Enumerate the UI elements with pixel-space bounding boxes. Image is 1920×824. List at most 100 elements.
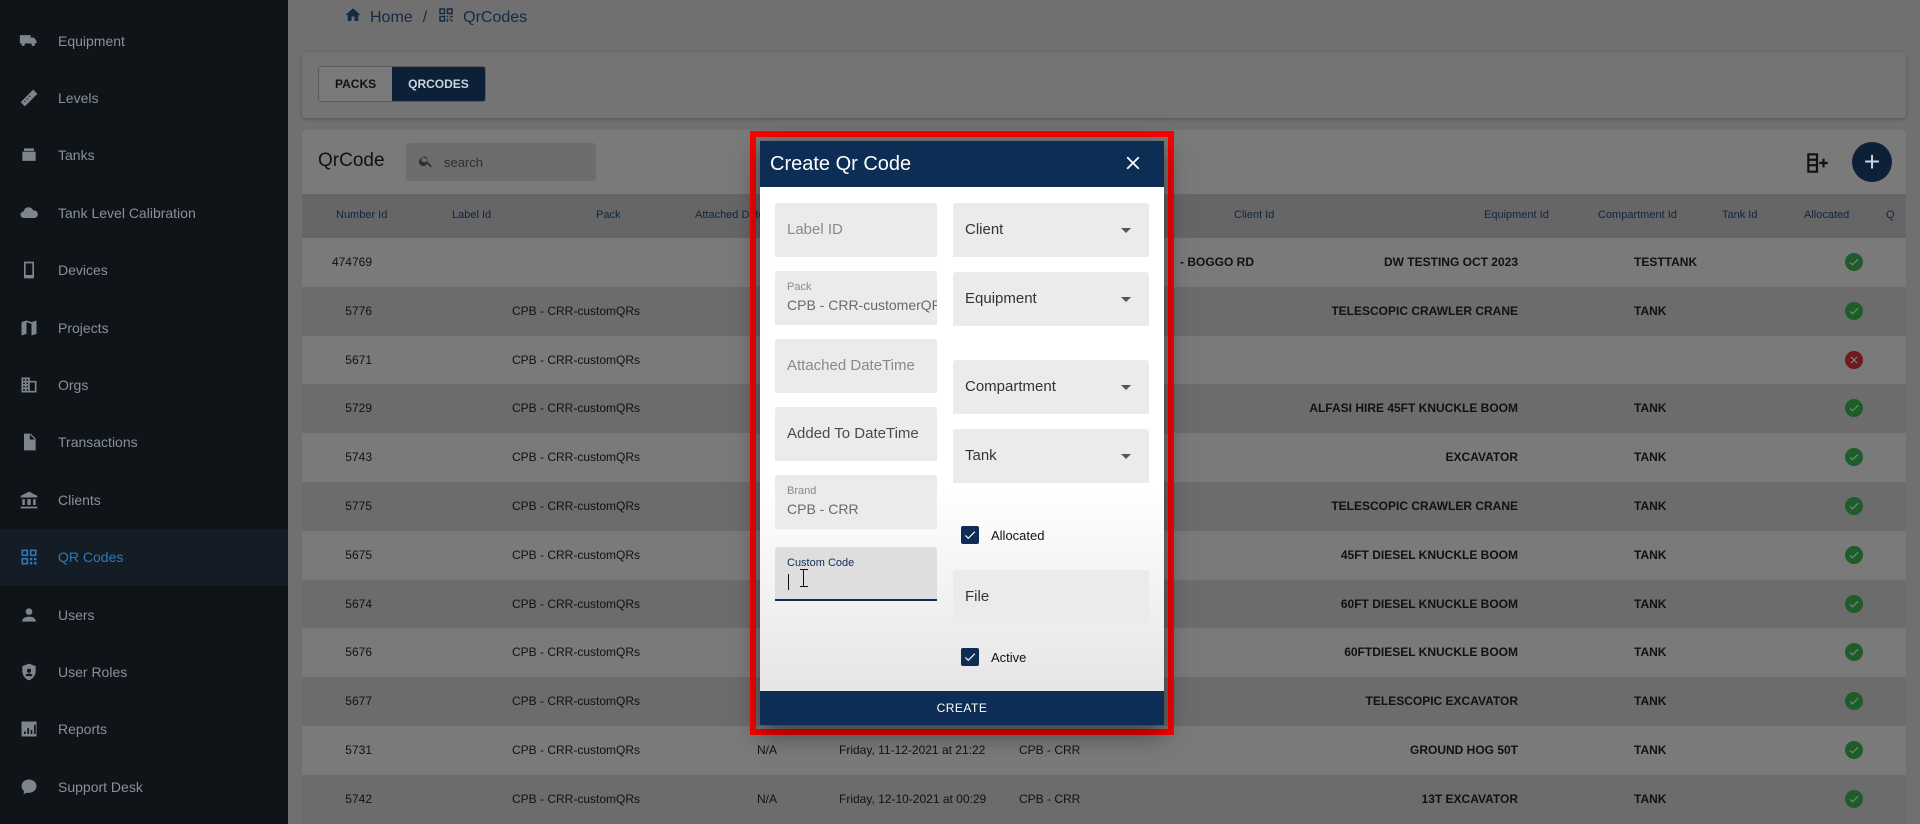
client-select[interactable]: Client — [953, 203, 1149, 257]
cell-number-id: 5677 — [345, 694, 372, 709]
sidebar-item-clients[interactable]: Clients — [0, 471, 288, 528]
sidebar-item-orgs[interactable]: Orgs — [0, 356, 288, 413]
cell-pack: CPB - CRR-customQRs — [512, 596, 641, 611]
chevron-down-icon — [1121, 454, 1131, 459]
column-header[interactable]: Compartment Id — [1598, 209, 1677, 221]
custom-code-label: Custom Code — [787, 557, 855, 569]
sidebar-item-label: Users — [58, 606, 95, 623]
cell-equipment: ALFASI HIRE 45FT KNUCKLE BOOM — [1309, 401, 1518, 416]
qr-icon — [18, 546, 40, 568]
compartment-placeholder: Compartment — [965, 378, 1056, 395]
document-icon — [18, 431, 40, 453]
added-datetime-field[interactable]: Added To DateTime — [775, 407, 937, 461]
column-header[interactable]: Tank Id — [1722, 209, 1757, 221]
table-row[interactable]: 5742 CPB - CRR-customQRs N/A Friday, 12-… — [302, 774, 1906, 824]
cell-number-id: 5742 — [345, 791, 372, 806]
cell-number-id: 474769 — [331, 255, 372, 269]
allocated-checkbox[interactable]: Allocated — [961, 526, 1044, 544]
sidebar: Equipment Levels Tanks Tank Level Calibrati… — [0, 0, 288, 824]
cell-pack: CPB - CRR-customQRs — [512, 499, 641, 513]
cell-number-id: 5676 — [345, 645, 372, 660]
column-header[interactable]: Label Id — [452, 209, 491, 221]
cell-pack: CPB - CRR-customQRs — [512, 450, 641, 465]
cell-equipment: TELESCOPIC CRAWLER CRANE — [1331, 499, 1518, 513]
active-label: Active — [991, 649, 1027, 665]
column-header[interactable]: Allocated — [1804, 209, 1849, 221]
check-circle-icon — [1845, 594, 1863, 613]
sidebar-item-tanks[interactable]: Tanks — [0, 127, 288, 184]
column-header[interactable]: Client Id — [1234, 209, 1274, 221]
sidebar-item-projects[interactable]: Projects — [0, 299, 288, 356]
sidebar-item-levels[interactable]: Levels — [0, 69, 288, 126]
cell-added: Friday, 12-10-2021 at 00:29 — [839, 791, 987, 806]
sidebar-item-equipment[interactable]: Equipment — [0, 12, 288, 69]
cell-pack: CPB - CRR-customQRs — [512, 352, 641, 367]
pack-value: CPB - CRR-customerQR — [787, 297, 937, 313]
sidebar-item-support-desk[interactable]: Support Desk — [0, 758, 288, 815]
sidebar-item-label: Clients — [58, 491, 101, 508]
file-input[interactable]: File — [953, 570, 1149, 624]
file-placeholder: File — [965, 588, 990, 605]
sidebar-item-label: Tank Level Calibration — [58, 204, 196, 221]
active-checkbox[interactable]: Active — [961, 648, 1026, 666]
table-title: QrCode — [318, 150, 385, 171]
cell-number-id: 5775 — [345, 499, 372, 513]
check-circle-icon — [1845, 399, 1863, 418]
cell-brand: CPB - CRR — [1019, 743, 1081, 757]
column-header[interactable]: Number Id — [336, 209, 387, 221]
home-icon[interactable] — [344, 6, 370, 29]
search-icon — [418, 153, 444, 172]
search-placeholder: search — [444, 154, 484, 170]
ibeam-cursor-icon — [800, 569, 811, 587]
column-header[interactable]: Equipment Id — [1484, 209, 1549, 221]
check-circle-icon — [1845, 497, 1863, 515]
sidebar-item-label: Equipment — [58, 32, 125, 49]
sidebar-item-label: Orgs — [58, 377, 89, 394]
sidebar-item-transactions[interactable]: Transactions — [0, 414, 288, 471]
check-circle-icon — [1845, 643, 1863, 662]
search-input[interactable]: search — [406, 143, 596, 181]
cell-client: - BOGGO RD — [1180, 255, 1254, 269]
create-qrcode-dialog: Create Qr Code Label ID Pack CPB - CRR-c… — [760, 141, 1164, 725]
breadcrumb-home[interactable]: Home — [370, 9, 413, 27]
cell-attached: N/A — [757, 743, 778, 757]
map-icon — [18, 317, 40, 339]
cell-equipment: 60FT DIESEL KNUCKLE BOOM — [1340, 596, 1518, 611]
sidebar-item-users[interactable]: Users — [0, 586, 288, 643]
sidebar-item-label: Tanks — [58, 147, 95, 164]
label-id-field[interactable]: Label ID — [775, 203, 937, 257]
pack-field[interactable]: Pack CPB - CRR-customerQR — [775, 271, 937, 325]
sidebar-item-user-roles[interactable]: User Roles — [0, 643, 288, 700]
close-icon[interactable] — [1122, 152, 1144, 174]
sidebar-item-devices[interactable]: Devices — [0, 242, 288, 299]
check-circle-icon — [1845, 741, 1863, 759]
equipment-select[interactable]: Equipment — [953, 272, 1149, 326]
cell-number-id: 5729 — [345, 401, 372, 416]
cell-compartment: TANK — [1634, 303, 1667, 318]
compartment-select[interactable]: Compartment — [953, 360, 1149, 414]
brand-field[interactable]: Brand CPB - CRR — [775, 475, 937, 529]
tank-select[interactable]: Tank — [953, 429, 1149, 483]
sidebar-item-reports[interactable]: Reports — [0, 701, 288, 758]
sidebar-item-qr-codes[interactable]: QR Codes — [0, 528, 288, 586]
breadcrumb-separator: / — [422, 8, 428, 26]
sidebar-item-label: QR Codes — [58, 549, 124, 566]
custom-code-input[interactable]: Custom Code — [775, 547, 937, 601]
tab-qrcodes[interactable]: QRCODES — [392, 67, 485, 101]
sidebar-item-label: Support Desk — [58, 778, 143, 795]
cell-equipment: TELESCOPIC EXCAVATOR — [1365, 694, 1518, 709]
create-button[interactable]: CREATE — [760, 691, 1164, 725]
sidebar-item-tank-level-calibration[interactable]: Tank Level Calibration — [0, 184, 288, 241]
add-qrcode-button[interactable]: + — [1852, 142, 1892, 182]
column-header[interactable]: Pack — [596, 209, 620, 221]
added-datetime-placeholder: Added To DateTime — [787, 425, 919, 442]
sidebar-item-label: User Roles — [58, 663, 128, 680]
tank-placeholder: Tank — [965, 447, 997, 464]
column-header[interactable]: Q — [1886, 209, 1895, 221]
tab-packs[interactable]: PACKS — [319, 67, 393, 101]
person-icon — [18, 604, 40, 626]
attached-datetime-field[interactable]: Attached DateTime — [775, 339, 937, 393]
export-icon[interactable] — [1804, 150, 1830, 176]
cell-number-id: 5731 — [345, 743, 372, 757]
checkbox-checked-icon — [961, 648, 979, 666]
